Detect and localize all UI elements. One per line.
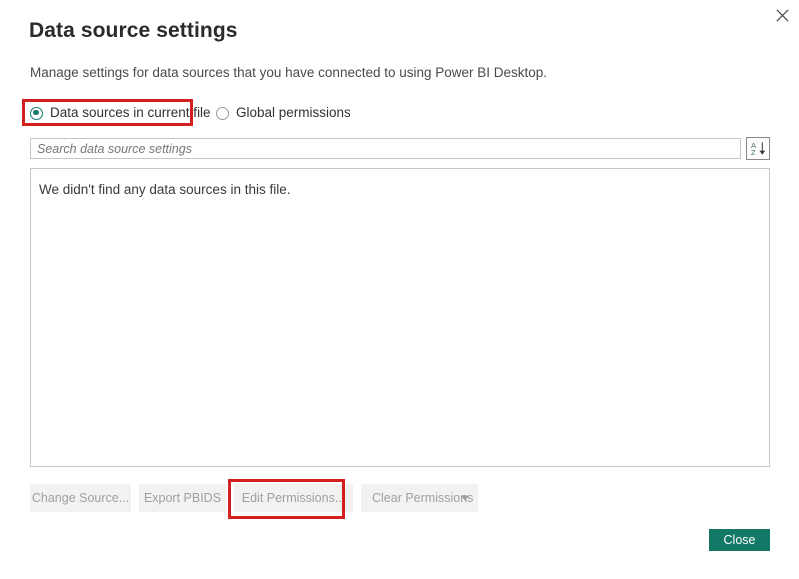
clear-permissions-button[interactable]: Clear Permissions	[361, 484, 478, 512]
radio-label-current-file: Data sources in current file	[50, 105, 211, 120]
search-input[interactable]	[30, 138, 741, 159]
close-button[interactable]: Close	[709, 529, 770, 551]
svg-text:Z: Z	[751, 148, 756, 156]
edit-permissions-button[interactable]: Edit Permissions...	[234, 484, 353, 512]
radio-data-sources-in-current-file[interactable]: Data sources in current file	[30, 103, 211, 123]
sort-az-icon: A Z	[751, 141, 765, 156]
export-pbids-button[interactable]: Export PBIDS	[139, 484, 226, 512]
radio-global-permissions[interactable]: Global permissions	[216, 103, 351, 123]
change-source-button[interactable]: Change Source...	[30, 484, 131, 512]
radio-selected-icon	[30, 106, 43, 120]
chevron-down-icon[interactable]	[461, 495, 469, 501]
radio-label-global-permissions: Global permissions	[236, 105, 351, 120]
close-icon[interactable]	[765, 0, 799, 30]
data-sources-list[interactable]: We didn't find any data sources in this …	[30, 168, 770, 467]
empty-state-message: We didn't find any data sources in this …	[39, 182, 291, 197]
page-title: Data source settings	[29, 19, 238, 42]
sort-az-button[interactable]: A Z	[746, 137, 770, 160]
clear-permissions-label: Clear Permissions	[372, 491, 474, 505]
radio-unselected-icon	[216, 106, 229, 120]
dialog-description: Manage settings for data sources that yo…	[30, 65, 548, 80]
